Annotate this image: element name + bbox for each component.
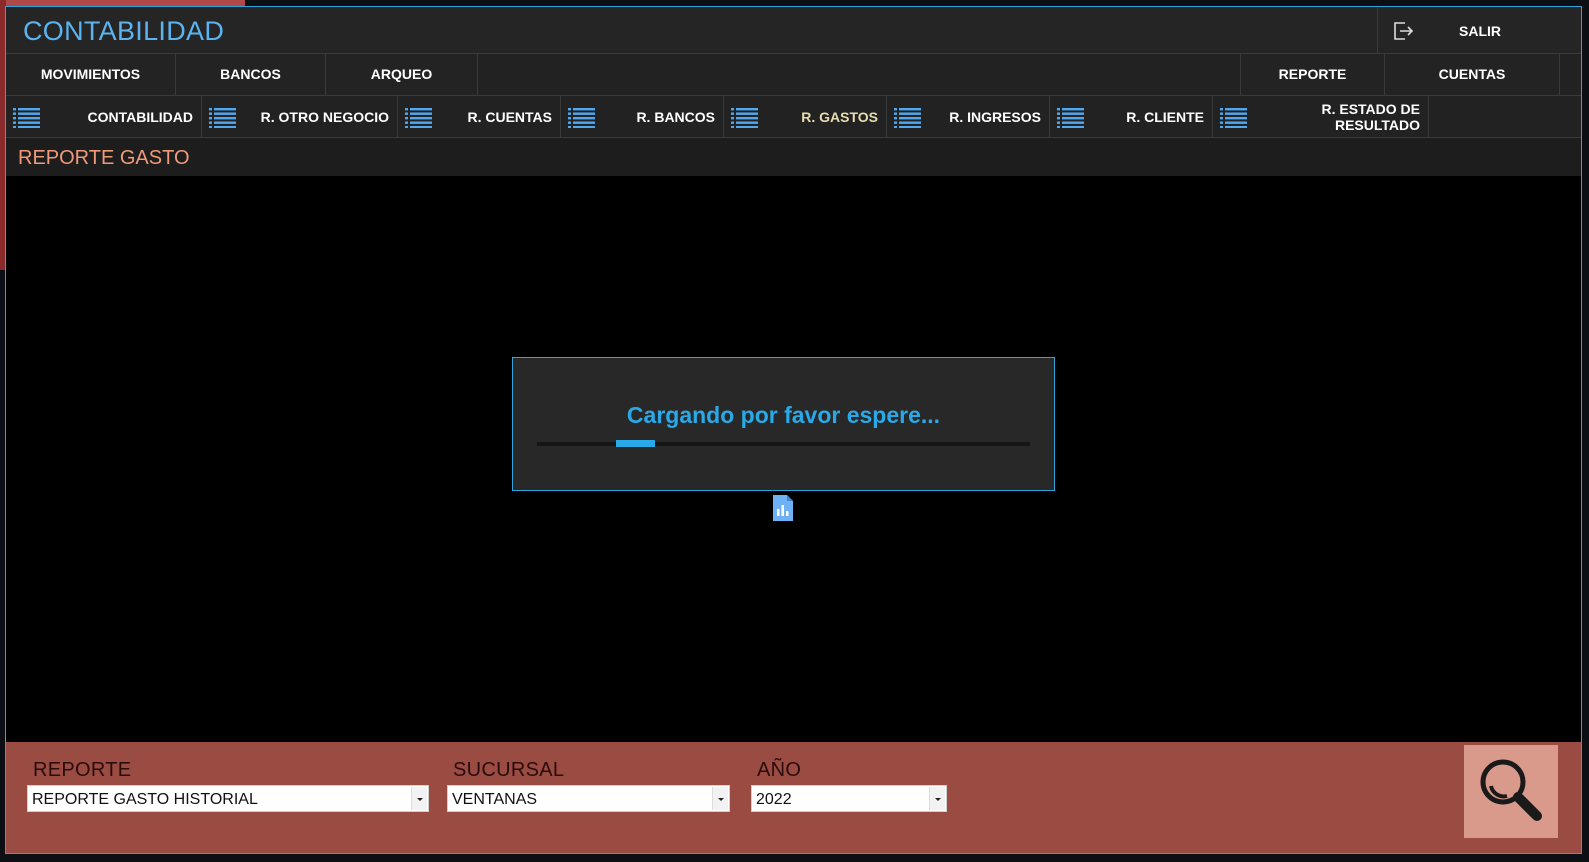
tab-r-ingresos[interactable]: R. INGRESOS bbox=[887, 96, 1050, 137]
list-icon bbox=[1057, 108, 1084, 128]
list-icon bbox=[731, 108, 758, 128]
tab-label: R. CUENTAS bbox=[467, 108, 552, 125]
sucursal-label: SUCURSAL bbox=[453, 759, 565, 781]
sucursal-select[interactable]: VENTANAS bbox=[447, 785, 730, 812]
anio-value: 2022 bbox=[756, 791, 792, 808]
exit-label: SALIR bbox=[1459, 23, 1501, 39]
exit-button[interactable]: SALIR bbox=[1377, 7, 1581, 53]
tab-label: R. CLIENTE bbox=[1126, 108, 1204, 125]
app-window: CONTABILIDAD SALIR MOVIMIENTOS BANCOS AR… bbox=[5, 6, 1582, 854]
tab-r-gastos[interactable]: R. GASTOS bbox=[724, 96, 887, 137]
sucursal-value: VENTANAS bbox=[452, 791, 538, 808]
app-title: CONTABILIDAD bbox=[23, 16, 225, 46]
filter-panel: REPORTE REPORTE GASTO HISTORIAL SUCURSAL… bbox=[6, 742, 1581, 853]
nav-reporte[interactable]: REPORTE bbox=[1240, 54, 1385, 95]
tab-r-cuentas[interactable]: R. CUENTAS bbox=[398, 96, 561, 137]
title-bar: CONTABILIDAD SALIR bbox=[6, 7, 1581, 54]
tab-label: CONTABILIDAD bbox=[87, 108, 193, 125]
tab-label: R. OTRO NEGOCIO bbox=[260, 108, 389, 125]
list-icon bbox=[209, 108, 236, 128]
tab-contabilidad[interactable]: CONTABILIDAD bbox=[6, 96, 202, 137]
anio-select[interactable]: 2022 bbox=[751, 785, 947, 812]
reporte-label: REPORTE bbox=[33, 759, 132, 781]
list-icon bbox=[13, 108, 40, 128]
search-icon bbox=[1480, 759, 1542, 821]
tab-label: R. INGRESOS bbox=[949, 108, 1041, 125]
tab-label: R. BANCOS bbox=[636, 108, 715, 125]
nav-bancos[interactable]: BANCOS bbox=[176, 54, 326, 95]
anio-label: AÑO bbox=[757, 759, 802, 781]
list-icon bbox=[894, 108, 921, 128]
main-nav: MOVIMIENTOS BANCOS ARQUEO REPORTE CUENTA… bbox=[6, 54, 1581, 96]
tab-r-bancos[interactable]: R. BANCOS bbox=[561, 96, 724, 137]
nav-movimientos[interactable]: MOVIMIENTOS bbox=[6, 54, 176, 95]
list-icon bbox=[1220, 108, 1247, 128]
tab-label: R. GASTOS bbox=[801, 108, 878, 125]
loading-message: Cargando por favor espere... bbox=[626, 402, 941, 428]
progress-fill bbox=[615, 440, 656, 447]
exit-icon bbox=[1394, 22, 1414, 40]
nav-arqueo[interactable]: ARQUEO bbox=[326, 54, 478, 95]
section-header: REPORTE GASTO bbox=[6, 138, 1581, 176]
reporte-select[interactable]: REPORTE GASTO HISTORIAL bbox=[27, 785, 429, 812]
tab-r-cliente[interactable]: R. CLIENTE bbox=[1050, 96, 1213, 137]
search-button[interactable] bbox=[1464, 745, 1558, 838]
progress-track bbox=[537, 440, 1030, 447]
reporte-value: REPORTE GASTO HISTORIAL bbox=[32, 791, 258, 808]
section-title: REPORTE GASTO bbox=[18, 147, 190, 169]
report-tabs: CONTABILIDAD R. OTRO NEGOCIO R. CUENTAS … bbox=[6, 96, 1581, 138]
chevron-down-icon[interactable] bbox=[929, 787, 945, 810]
nav-cuentas[interactable]: CUENTAS bbox=[1385, 54, 1560, 95]
list-icon bbox=[568, 108, 595, 128]
chevron-down-icon[interactable] bbox=[712, 787, 728, 810]
chevron-down-icon[interactable] bbox=[411, 787, 427, 810]
tab-r-otro-negocio[interactable]: R. OTRO NEGOCIO bbox=[202, 96, 398, 137]
tab-label: R. ESTADO DE RESULTADO bbox=[1321, 100, 1420, 133]
tab-r-estado-de-resultado[interactable]: R. ESTADO DE RESULTADO bbox=[1213, 96, 1429, 137]
list-icon bbox=[405, 108, 432, 128]
loading-dialog: Cargando por favor espere... bbox=[512, 357, 1055, 491]
report-chart-icon[interactable] bbox=[771, 493, 795, 523]
